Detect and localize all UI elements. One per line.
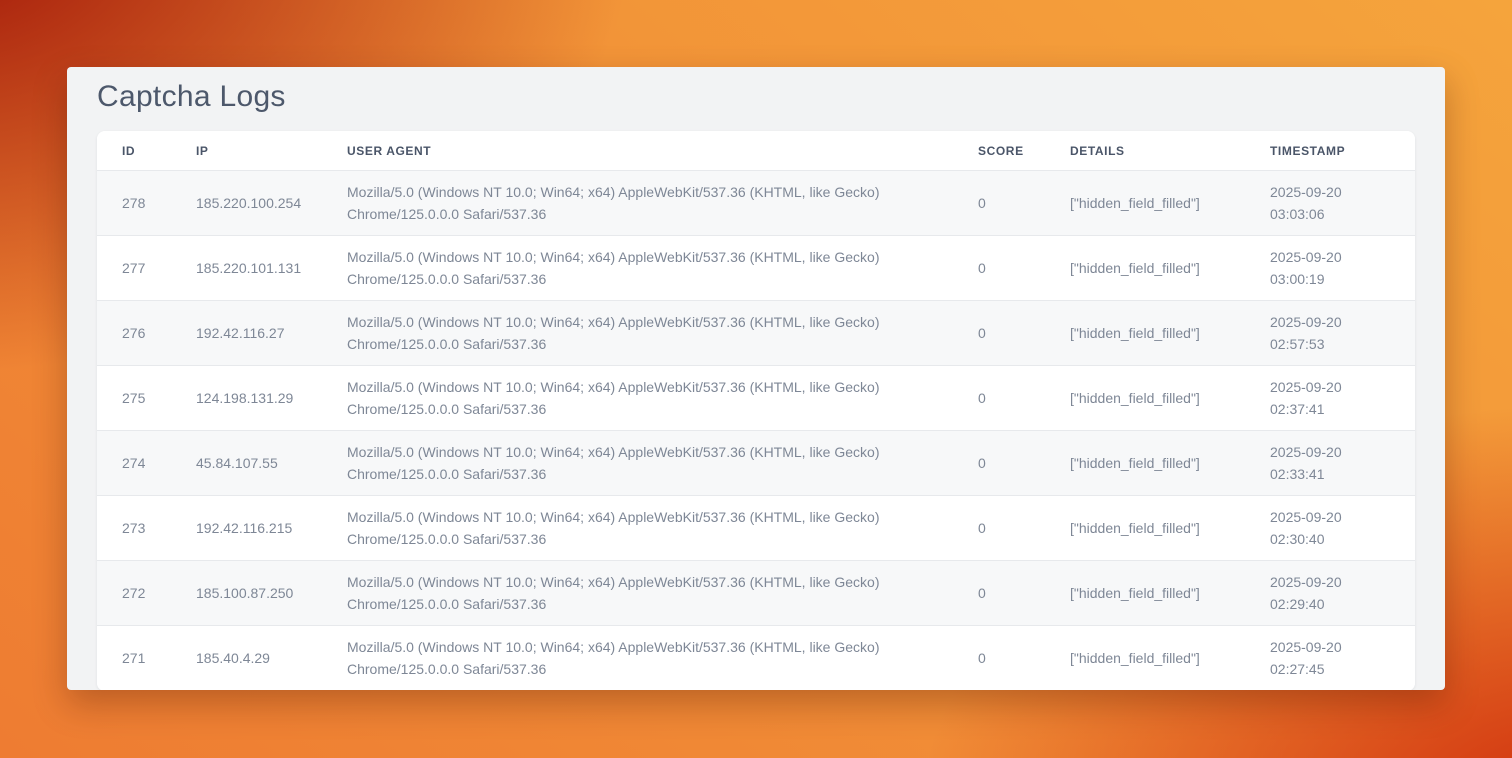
cell-timestamp: 2025-09-20 02:37:41 — [1245, 366, 1415, 431]
table-header: ID IP USER AGENT SCORE DETAILS TIMESTAMP — [97, 131, 1415, 171]
cell-user-agent: Mozilla/5.0 (Windows NT 10.0; Win64; x64… — [322, 236, 953, 301]
cell-score: 0 — [953, 366, 1045, 431]
cell-timestamp: 2025-09-20 03:03:06 — [1245, 171, 1415, 236]
table-row: 272 185.100.87.250 Mozilla/5.0 (Windows … — [97, 561, 1415, 626]
cell-timestamp: 2025-09-20 02:30:40 — [1245, 496, 1415, 561]
table-row: 276 192.42.116.27 Mozilla/5.0 (Windows N… — [97, 301, 1415, 366]
cell-score: 0 — [953, 561, 1045, 626]
cell-details: ["hidden_field_filled"] — [1045, 431, 1245, 496]
cell-user-agent: Mozilla/5.0 (Windows NT 10.0; Win64; x64… — [322, 496, 953, 561]
cell-user-agent: Mozilla/5.0 (Windows NT 10.0; Win64; x64… — [322, 171, 953, 236]
cell-score: 0 — [953, 431, 1045, 496]
column-header-timestamp: TIMESTAMP — [1245, 131, 1415, 171]
column-header-user-agent: USER AGENT — [322, 131, 953, 171]
cell-score: 0 — [953, 236, 1045, 301]
column-header-score: SCORE — [953, 131, 1045, 171]
cell-timestamp: 2025-09-20 03:00:19 — [1245, 236, 1415, 301]
cell-user-agent: Mozilla/5.0 (Windows NT 10.0; Win64; x64… — [322, 301, 953, 366]
cell-id: 273 — [97, 496, 171, 561]
cell-ip: 185.220.100.254 — [171, 171, 322, 236]
cell-score: 0 — [953, 171, 1045, 236]
cell-timestamp: 2025-09-20 02:33:41 — [1245, 431, 1415, 496]
cell-timestamp: 2025-09-20 02:27:45 — [1245, 626, 1415, 691]
cell-details: ["hidden_field_filled"] — [1045, 496, 1245, 561]
table-row: 277 185.220.101.131 Mozilla/5.0 (Windows… — [97, 236, 1415, 301]
cell-user-agent: Mozilla/5.0 (Windows NT 10.0; Win64; x64… — [322, 561, 953, 626]
table-body: 278 185.220.100.254 Mozilla/5.0 (Windows… — [97, 171, 1415, 691]
page-title: Captcha Logs — [97, 79, 1415, 115]
cell-user-agent: Mozilla/5.0 (Windows NT 10.0; Win64; x64… — [322, 366, 953, 431]
cell-ip: 192.42.116.215 — [171, 496, 322, 561]
desktop-background: { "page_title": "Captcha Logs", "colors"… — [0, 0, 1512, 758]
cell-user-agent: Mozilla/5.0 (Windows NT 10.0; Win64; x64… — [322, 431, 953, 496]
cell-details: ["hidden_field_filled"] — [1045, 366, 1245, 431]
cell-ip: 124.198.131.29 — [171, 366, 322, 431]
cell-id: 272 — [97, 561, 171, 626]
cell-id: 277 — [97, 236, 171, 301]
column-header-ip: IP — [171, 131, 322, 171]
captcha-logs-table-card: ID IP USER AGENT SCORE DETAILS TIMESTAMP… — [97, 131, 1415, 690]
cell-ip: 45.84.107.55 — [171, 431, 322, 496]
cell-id: 276 — [97, 301, 171, 366]
cell-id: 271 — [97, 626, 171, 691]
cell-timestamp: 2025-09-20 02:57:53 — [1245, 301, 1415, 366]
cell-ip: 185.40.4.29 — [171, 626, 322, 691]
column-header-details: DETAILS — [1045, 131, 1245, 171]
cell-details: ["hidden_field_filled"] — [1045, 626, 1245, 691]
cell-details: ["hidden_field_filled"] — [1045, 236, 1245, 301]
captcha-logs-panel: Captcha Logs ID IP USER AGENT SCORE DETA… — [67, 67, 1445, 690]
cell-ip: 185.100.87.250 — [171, 561, 322, 626]
cell-details: ["hidden_field_filled"] — [1045, 171, 1245, 236]
table-row: 278 185.220.100.254 Mozilla/5.0 (Windows… — [97, 171, 1415, 236]
cell-details: ["hidden_field_filled"] — [1045, 301, 1245, 366]
cell-score: 0 — [953, 496, 1045, 561]
cell-id: 275 — [97, 366, 171, 431]
table-row: 275 124.198.131.29 Mozilla/5.0 (Windows … — [97, 366, 1415, 431]
cell-timestamp: 2025-09-20 02:29:40 — [1245, 561, 1415, 626]
table-row: 273 192.42.116.215 Mozilla/5.0 (Windows … — [97, 496, 1415, 561]
cell-ip: 192.42.116.27 — [171, 301, 322, 366]
cell-score: 0 — [953, 301, 1045, 366]
column-header-id: ID — [97, 131, 171, 171]
table-row: 274 45.84.107.55 Mozilla/5.0 (Windows NT… — [97, 431, 1415, 496]
table-row: 271 185.40.4.29 Mozilla/5.0 (Windows NT … — [97, 626, 1415, 691]
cell-user-agent: Mozilla/5.0 (Windows NT 10.0; Win64; x64… — [322, 626, 953, 691]
cell-details: ["hidden_field_filled"] — [1045, 561, 1245, 626]
captcha-logs-table: ID IP USER AGENT SCORE DETAILS TIMESTAMP… — [97, 131, 1415, 690]
cell-score: 0 — [953, 626, 1045, 691]
cell-ip: 185.220.101.131 — [171, 236, 322, 301]
cell-id: 274 — [97, 431, 171, 496]
cell-id: 278 — [97, 171, 171, 236]
